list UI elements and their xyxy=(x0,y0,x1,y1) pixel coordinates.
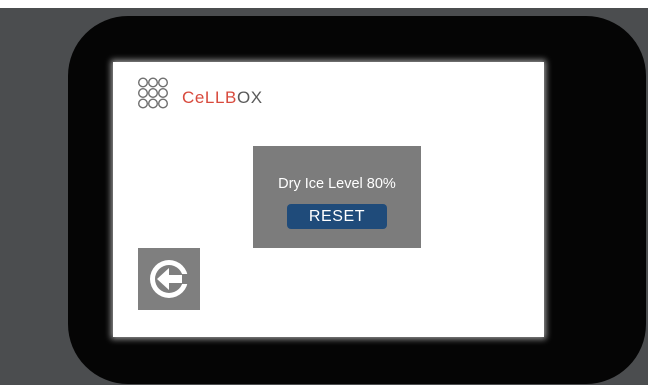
touch-screen: CeLLBOX Dry Ice Level 80% RESET xyxy=(113,62,544,337)
cellbox-dots-logo-icon xyxy=(137,77,169,109)
dry-ice-dialog: Dry Ice Level 80% RESET xyxy=(253,146,421,248)
top-strip xyxy=(0,0,648,8)
back-button[interactable] xyxy=(138,248,200,310)
cellbox-logo: CeLLBOX xyxy=(137,77,263,110)
brand-name-part2: OX xyxy=(236,88,263,107)
dry-ice-level-message: Dry Ice Level 80% xyxy=(278,176,396,192)
brand-name-part1: CeLLB xyxy=(182,88,237,107)
reset-button[interactable]: RESET xyxy=(287,204,387,229)
brand-name: CeLLBOX xyxy=(182,88,263,108)
back-arrow-icon xyxy=(150,260,190,298)
